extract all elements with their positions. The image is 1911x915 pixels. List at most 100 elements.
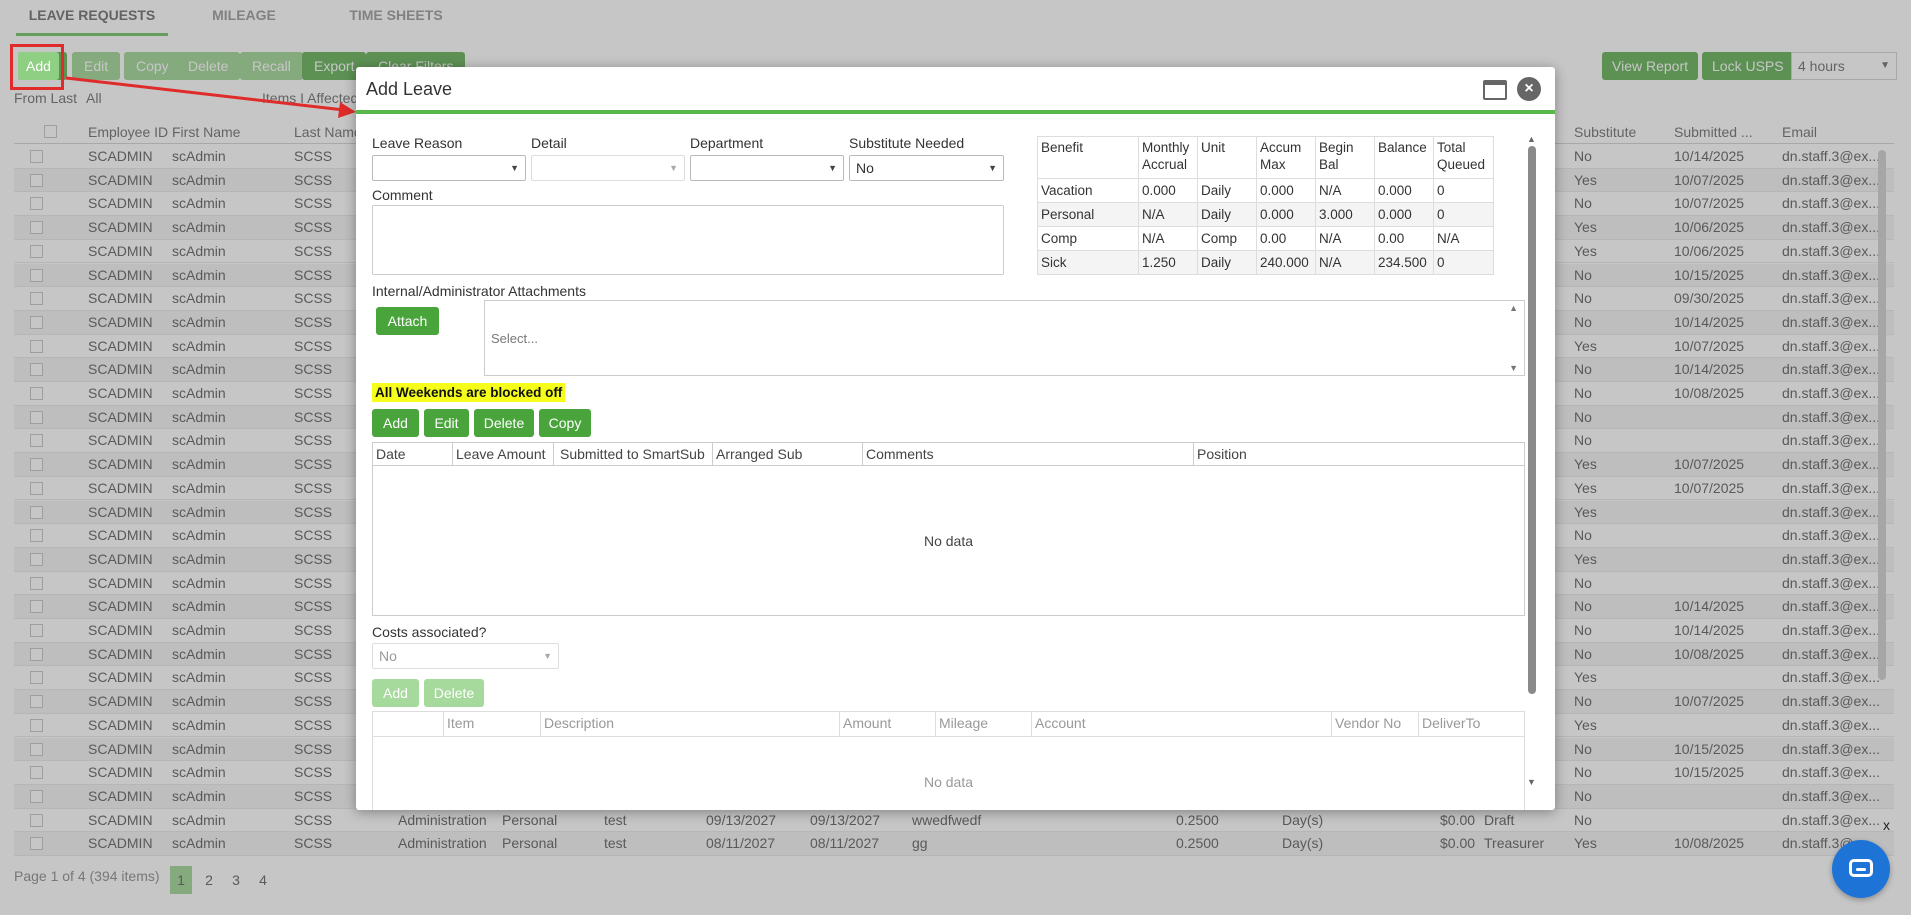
chevron-down-icon: ▼ [543,651,552,661]
department-select[interactable]: ▼ [690,155,844,181]
cost-grid-divider [373,736,1524,737]
benefit-cell-balance: 0.000 [1374,202,1434,227]
detail-select[interactable]: ▼ [531,155,685,181]
column-mileage[interactable]: Mileage [936,712,1032,736]
column-account[interactable]: Account [1032,712,1332,736]
leave-delete-button[interactable]: Delete [474,409,534,437]
scroll-down-icon[interactable]: ▼ [1527,777,1536,787]
comment-textarea[interactable] [372,205,1004,275]
column-leave-amount[interactable]: Leave Amount [453,443,554,466]
column-position[interactable]: Position [1194,443,1526,466]
cost-delete-button[interactable]: Delete [424,679,484,707]
column-item[interactable]: Item [444,712,541,736]
chat-button[interactable] [1832,840,1890,898]
cost-grid-no-data: No data [923,774,974,790]
benefit-header-unit: Unit [1197,136,1257,179]
leave-edit-button[interactable]: Edit [424,409,469,437]
attachments-list[interactable]: Select... ▲ ▼ [484,300,1525,376]
column-comments[interactable]: Comments [863,443,1194,466]
leave-reason-label: Leave Reason [372,135,463,151]
chevron-down-icon: ▼ [510,163,519,173]
dialog-title: Add Leave [366,79,453,99]
benefit-cell-benefit: Vacation [1037,178,1139,203]
substitute-needed-select[interactable]: No ▼ [849,155,1004,181]
benefit-cell-total-queued: 0 [1433,178,1494,203]
benefit-cell-accum-max: 240.000 [1256,250,1316,275]
benefit-cell-begin-bal: N/A [1315,226,1375,251]
benefit-cell-accum-max: 0.00 [1256,226,1316,251]
benefit-cell-benefit: Personal [1037,202,1139,227]
column-date[interactable]: Date [373,443,453,466]
benefit-header-monthly-accrual: Monthly Accrual [1138,136,1198,179]
benefit-cell-monthly-accrual: 0.000 [1138,178,1198,203]
benefit-row: Vacation 0.000 Daily 0.000 N/A 0.000 0 [1037,178,1494,203]
benefit-cell-unit: Daily [1197,178,1257,203]
benefit-cell-total-queued: N/A [1433,226,1494,251]
detail-label: Detail [531,135,567,151]
dialog-accent-bar [356,110,1555,114]
benefit-row: Sick 1.250 Daily 240.000 N/A 234.500 0 [1037,250,1494,275]
benefit-cell-benefit: Sick [1037,250,1139,275]
benefit-row: Comp N/A Comp 0.00 N/A 0.00 N/A [1037,226,1494,251]
scroll-up-icon[interactable]: ▲ [1509,303,1518,313]
column-submitted-smartsub[interactable]: Submitted to SmartSub [554,443,713,466]
benefit-cell-total-queued: 0 [1433,250,1494,275]
benefit-cell-begin-bal: 3.000 [1315,202,1375,227]
benefit-header-begin-bal: Begin Bal [1315,136,1375,179]
close-icon[interactable]: × [1517,77,1541,101]
attachments-placeholder: Select... [491,331,538,346]
substitute-needed-value: No [856,160,874,176]
chevron-down-icon: ▼ [828,163,837,173]
scroll-down-icon[interactable]: ▼ [1509,363,1518,373]
leave-add-button[interactable]: Add [372,409,419,437]
benefit-cell-benefit: Comp [1037,226,1139,251]
dialog-scrollbar[interactable] [1528,146,1536,694]
column-deliver-to[interactable]: DeliverTo [1419,712,1526,736]
column-description[interactable]: Description [541,712,840,736]
costs-label: Costs associated? [372,624,487,640]
benefit-cell-monthly-accrual: 1.250 [1138,250,1198,275]
benefit-cell-begin-bal: N/A [1315,178,1375,203]
benefit-table: Benefit Monthly Accrual Unit Accum Max B… [1037,136,1494,275]
costs-value: No [379,648,397,664]
cost-grid: Item Description Amount Mileage Account … [372,711,1525,810]
benefit-cell-balance: 0.00 [1374,226,1434,251]
benefit-row: Personal N/A Daily 0.000 3.000 0.000 0 [1037,202,1494,227]
column-blank[interactable] [373,712,444,736]
comment-label: Comment [372,187,433,203]
add-leave-dialog: Add Leave × Leave Reason ▼ Detail ▼ Depa… [356,67,1555,810]
benefit-cell-unit: Daily [1197,202,1257,227]
benefit-cell-monthly-accrual: N/A [1138,226,1198,251]
column-vendor-no[interactable]: Vendor No [1332,712,1419,736]
benefit-cell-balance: 234.500 [1374,250,1434,275]
attach-button[interactable]: Attach [376,307,439,335]
pointer-arrow [65,76,356,118]
benefit-header-balance: Balance [1374,136,1434,179]
maximize-icon[interactable] [1483,80,1507,100]
column-amount[interactable]: Amount [840,712,936,736]
column-arranged-sub[interactable]: Arranged Sub [713,443,863,466]
chevron-down-icon: ▼ [669,163,678,173]
cost-add-button[interactable]: Add [372,679,419,707]
benefit-cell-unit: Comp [1197,226,1257,251]
benefit-cell-balance: 0.000 [1374,178,1434,203]
leave-reason-select[interactable]: ▼ [372,155,526,181]
scroll-up-icon[interactable]: ▲ [1527,134,1536,144]
department-label: Department [690,135,764,151]
chat-close-icon[interactable]: x [1883,817,1890,833]
leave-grid-no-data: No data [923,533,974,549]
benefit-cell-accum-max: 0.000 [1256,178,1316,203]
chat-line-icon [1856,868,1866,871]
leave-copy-button[interactable]: Copy [539,409,591,437]
weekend-warning: All Weekends are blocked off [372,383,566,402]
benefit-cell-total-queued: 0 [1433,202,1494,227]
leave-grid-header: Date Leave Amount Submitted to SmartSub … [373,443,1524,466]
benefit-header-accum-max: Accum Max [1256,136,1316,179]
benefit-cell-accum-max: 0.000 [1256,202,1316,227]
costs-select[interactable]: No ▼ [372,643,559,669]
attachments-label: Internal/Administrator Attachments [372,283,586,299]
chevron-down-icon: ▼ [988,163,997,173]
benefit-cell-monthly-accrual: N/A [1138,202,1198,227]
substitute-needed-label: Substitute Needed [849,135,965,151]
benefit-header-total-queued: Total Queued [1433,136,1494,179]
